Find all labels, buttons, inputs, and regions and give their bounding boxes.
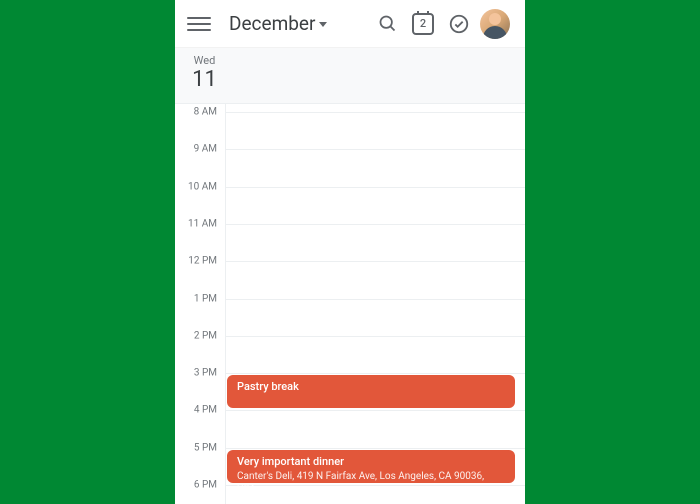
time-label: 3 PM xyxy=(194,368,217,379)
hour-line xyxy=(226,261,525,262)
event-location: Canter's Deli, 419 N Fairfax Ave, Los An… xyxy=(237,470,505,496)
date-label: 11 xyxy=(187,67,222,92)
hour-line xyxy=(226,299,525,300)
time-column: 8 AM 9 AM 10 AM 11 AM 12 PM 1 PM 2 PM 3 PM 4 PM 5… xyxy=(175,104,225,504)
today-button[interactable]: 2 xyxy=(405,6,441,42)
hamburger-icon[interactable] xyxy=(187,12,211,36)
calendar-event[interactable]: Pastry break xyxy=(227,375,515,408)
search-button[interactable] xyxy=(369,6,405,42)
weekday-label: Wed xyxy=(187,54,222,67)
hour-line xyxy=(226,187,525,188)
time-label: 1 PM xyxy=(194,293,217,304)
search-icon xyxy=(377,13,398,34)
time-label: 9 AM xyxy=(194,144,217,155)
hour-line xyxy=(226,224,525,225)
hour-line xyxy=(226,149,525,150)
avatar-icon xyxy=(480,9,510,39)
hour-line xyxy=(226,373,525,374)
hour-line xyxy=(226,448,525,449)
account-avatar[interactable] xyxy=(477,6,513,42)
time-label: 12 PM xyxy=(188,256,217,267)
hour-line xyxy=(226,410,525,411)
calendar-app-frame: December 2 Wed 11 xyxy=(175,0,525,504)
time-label: 6 PM xyxy=(194,480,217,491)
calendar-today-icon: 2 xyxy=(412,13,434,35)
calendar-grid[interactable]: 8 AM 9 AM 10 AM 11 AM 12 PM 1 PM 2 PM 3 PM 4 PM 5… xyxy=(175,104,525,504)
event-title: Very important dinner xyxy=(237,455,505,469)
time-label: 8 AM xyxy=(194,107,217,118)
time-label: 2 PM xyxy=(194,330,217,341)
day-label[interactable]: Wed 11 xyxy=(187,54,222,92)
chevron-down-icon xyxy=(319,22,327,27)
app-bar: December 2 xyxy=(175,0,525,48)
event-title: Pastry break xyxy=(237,380,505,394)
time-label: 11 AM xyxy=(188,218,217,229)
hour-line xyxy=(226,112,525,113)
grid-lines xyxy=(225,104,525,504)
month-picker[interactable]: December xyxy=(229,12,327,35)
month-label: December xyxy=(229,12,315,35)
check-circle-icon xyxy=(448,13,470,35)
time-label: 4 PM xyxy=(194,405,217,416)
calendar-event[interactable]: Very important dinnerCanter's Deli, 419 … xyxy=(227,450,515,483)
day-header: Wed 11 xyxy=(175,48,525,104)
hour-line xyxy=(226,336,525,337)
tasks-button[interactable] xyxy=(441,6,477,42)
time-label: 5 PM xyxy=(194,442,217,453)
time-label: 10 AM xyxy=(188,181,217,192)
